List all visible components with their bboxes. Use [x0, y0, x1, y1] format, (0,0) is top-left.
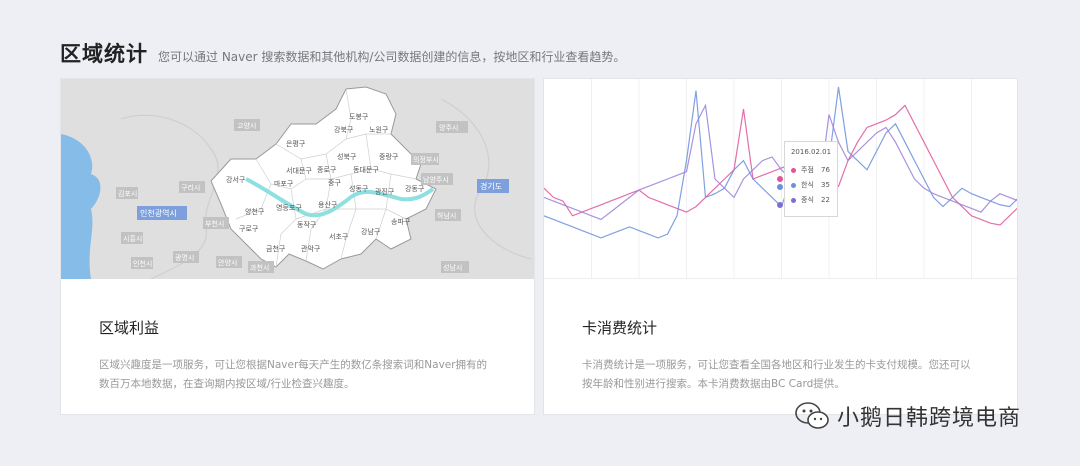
- regional-interest-card[interactable]: 도봉구 강북구 노원구 은평구 성북구 중랑구 서대문구 종로구 동대문구 강서…: [60, 78, 535, 415]
- seoul-map: 도봉구 강북구 노원구 은평구 성북구 중랑구 서대문구 종로구 동대문구 강서…: [61, 79, 534, 279]
- district-label: 금천구: [266, 244, 286, 253]
- tooltip-row: 주점 76: [785, 164, 837, 176]
- district-label: 동작구: [297, 220, 317, 229]
- district-label: 강남구: [361, 227, 381, 236]
- district-label: 성북구: [337, 152, 357, 161]
- district-label: 은평구: [286, 139, 306, 148]
- series-line-2: [544, 86, 1017, 239]
- district-label: 양천구: [245, 207, 265, 216]
- outer-city-tag: 인천시: [133, 259, 152, 268]
- hover-marker: [777, 202, 783, 208]
- district-label: 송파구: [391, 217, 411, 226]
- district-label: 관악구: [301, 244, 321, 253]
- page-title: 区域统计: [60, 42, 148, 66]
- district-label: 마포구: [274, 179, 294, 188]
- card-body: 区域利益 区域兴趣度是一项服务，可让您根据Naver每天产生的数亿条搜索词和Na…: [61, 279, 534, 394]
- tooltip-series-value: 76: [821, 166, 830, 174]
- outer-city-tag: 부천시: [205, 219, 224, 228]
- legend-dot-icon: [791, 167, 796, 173]
- district-label: 노원구: [369, 125, 389, 134]
- tooltip-series-value: 35: [821, 181, 830, 189]
- wechat-icon: [795, 402, 829, 429]
- tooltip-row: 중식 22: [785, 194, 837, 206]
- outer-city-tag: 남양주시: [423, 175, 449, 184]
- card-title: 卡消费统计: [582, 319, 658, 337]
- outer-city-tag: 과천시: [250, 263, 269, 272]
- chart-tooltip: 2016.02.01 주점 76 한식 35 중식 22: [784, 141, 838, 217]
- card-body: 卡消费统计 卡消费统计是一项服务，可让您查看全国各地区和行业发生的卡支付规模。您…: [544, 279, 1017, 394]
- outer-city-tag: 구리시: [181, 183, 200, 192]
- tooltip-row: 한식 35: [785, 179, 837, 191]
- outer-city-tag: 김포시: [118, 190, 137, 198]
- card-description: 卡消费统计是一项服务，可让您查看全国各地区和行业发生的卡支付规模。您还可以按年龄…: [582, 359, 971, 390]
- card-description: 区域兴趣度是一项服务，可让您根据Naver每天产生的数亿条搜索词和Naver拥有…: [99, 359, 488, 390]
- district-label: 동대문구: [353, 166, 379, 174]
- outer-city-tag: 고양시: [237, 122, 256, 130]
- outer-city-tag: 하남시: [437, 211, 456, 220]
- chart-series-group: [544, 86, 1017, 239]
- tooltip-series-name: 한식: [801, 181, 814, 189]
- card-title: 区域利益: [99, 319, 160, 337]
- watermark-text: 小鹅日韩跨境电商: [837, 406, 1022, 431]
- outer-city-tag: 시흥시: [123, 234, 142, 243]
- card-spending-card[interactable]: 2016.02.01 주점 76 한식 35 중식 22 卡消费统计 卡消费统计…: [543, 78, 1018, 415]
- district-label: 강동구: [405, 184, 425, 193]
- tooltip-series-name: 중식: [801, 196, 814, 204]
- section-header: 区域统计 您可以通过 Naver 搜索数据和其他机构/公司数据创建的信息，按地区…: [60, 38, 625, 68]
- district-label: 중랑구: [379, 153, 399, 161]
- district-label: 도봉구: [349, 113, 369, 121]
- outer-city-tag: 광명시: [175, 253, 194, 262]
- district-label: 강서구: [226, 175, 246, 184]
- district-label: 구로구: [239, 225, 259, 233]
- district-label: 서대문구: [286, 166, 312, 175]
- line-chart: 2016.02.01 주점 76 한식 35 중식 22: [544, 79, 1017, 279]
- outer-city-tag: 양주시: [439, 124, 458, 132]
- chart-markers-group: [777, 176, 783, 208]
- hover-marker: [777, 184, 783, 190]
- tooltip-series-value: 22: [821, 196, 830, 204]
- district-label: 용산구: [318, 200, 338, 209]
- legend-dot-icon: [791, 182, 796, 188]
- page-subtitle: 您可以通过 Naver 搜索数据和其他机构/公司数据创建的信息，按地区和行业查看…: [158, 50, 626, 64]
- district-label: 강북구: [334, 125, 354, 134]
- legend-dot-icon: [791, 197, 796, 203]
- outer-city-tag: 안양시: [218, 258, 237, 267]
- chart-svg: [544, 79, 1017, 278]
- outer-city-tag: 의정부시: [413, 155, 439, 164]
- map-svg: 도봉구 강북구 노원구 은평구 성북구 중랑구 서대문구 종로구 동대문구 강서…: [61, 86, 532, 279]
- district-label: 종로구: [317, 166, 337, 174]
- tooltip-series-name: 주점: [801, 166, 814, 174]
- district-label: 서초구: [329, 232, 349, 241]
- hover-marker: [777, 176, 783, 182]
- region-tag: 경기도: [480, 181, 502, 191]
- region-tag: 인천광역시: [140, 208, 177, 218]
- district-label: 중구: [328, 179, 341, 187]
- district-label: 광진구: [375, 187, 395, 196]
- district-label: 성동구: [349, 184, 369, 193]
- watermark: 小鹅日韩跨境电商: [795, 400, 1021, 432]
- sea-area: [61, 134, 101, 279]
- outer-city-tag: 성남시: [443, 263, 462, 272]
- district-label: 영등포구: [276, 203, 302, 212]
- tooltip-date: 2016.02.01: [790, 148, 832, 156]
